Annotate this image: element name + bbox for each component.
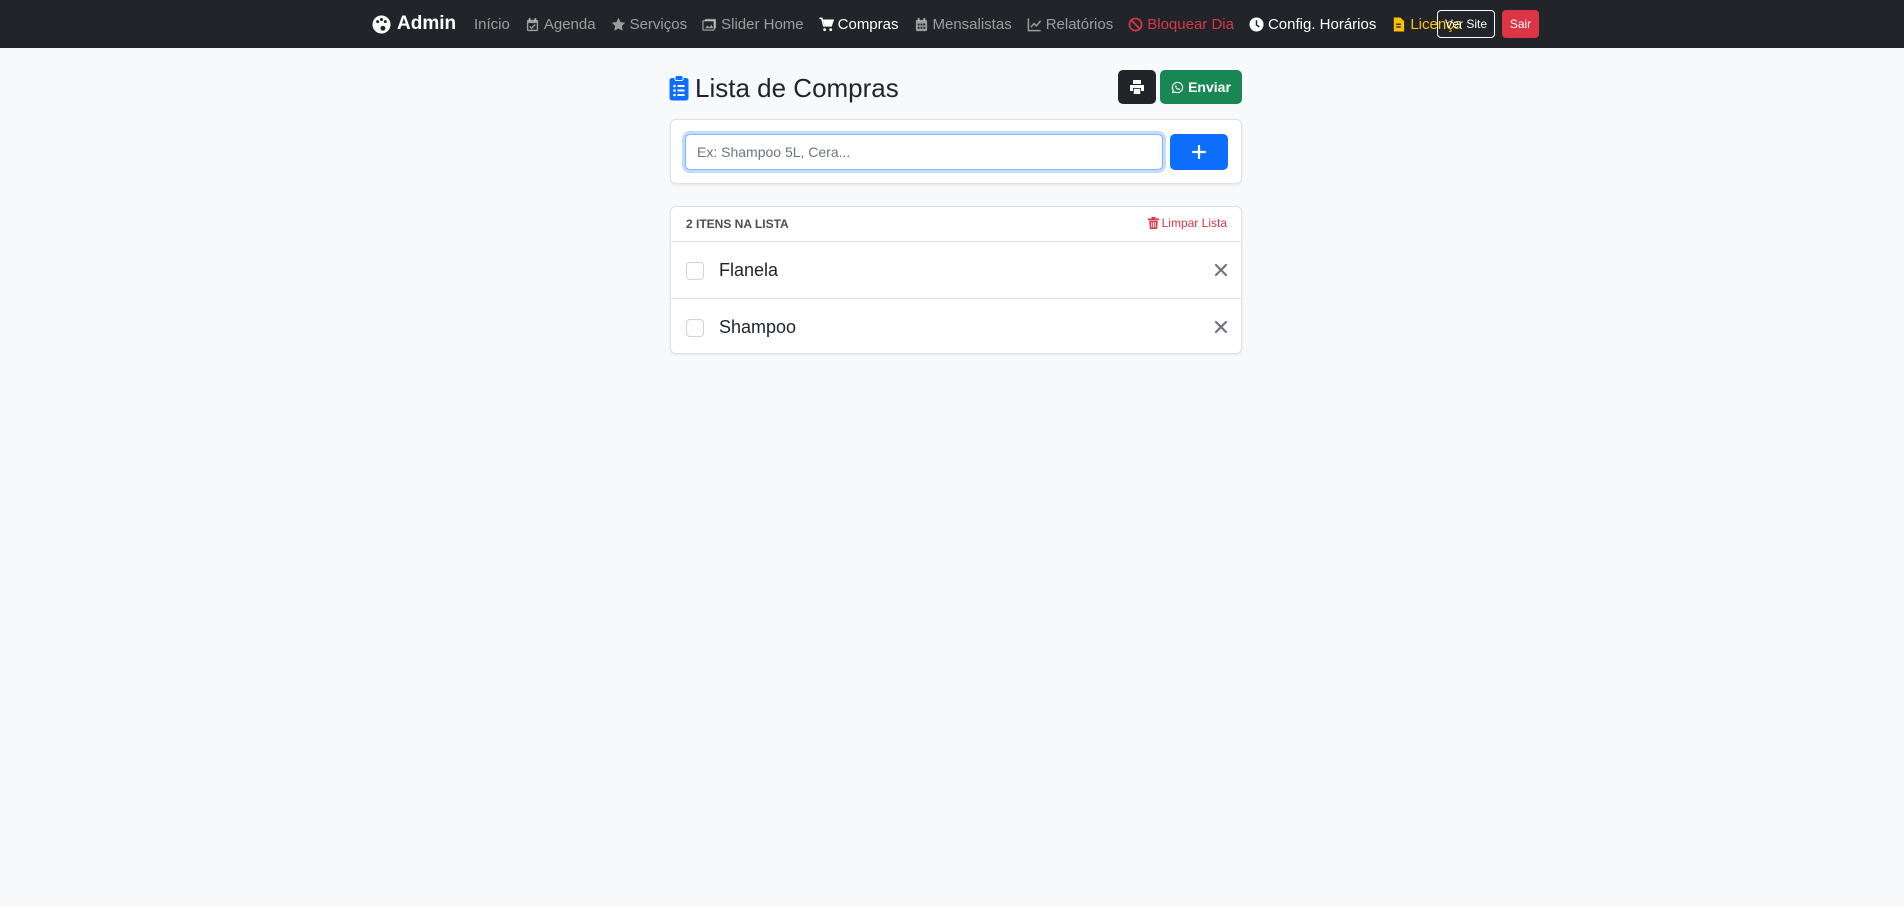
nav-item-compras[interactable]: Compras (819, 16, 899, 33)
nav-item-label: Início (474, 15, 510, 33)
nav-item-inicio[interactable]: Início (474, 16, 510, 33)
page-title-text: Lista de Compras (695, 72, 899, 103)
item-label: Flanela (719, 260, 779, 280)
list-item: Shampoo (671, 299, 1241, 353)
nav-item-label: Agenda (543, 15, 596, 33)
ban-icon (1128, 17, 1143, 31)
nav-menu: Início Agenda Serviços Slider Home Compr… (474, 12, 1462, 36)
close-icon (1214, 263, 1228, 277)
nav-item-label: Mensalistas (932, 15, 1012, 33)
chart-line-icon (1027, 17, 1041, 31)
close-icon (1214, 320, 1228, 334)
nav-item-label: Relatórios (1045, 15, 1114, 33)
clear-list-label: Limpar Lista (1161, 216, 1227, 230)
palette-icon (372, 14, 391, 34)
add-item-card (670, 119, 1242, 184)
nav-item-label: Serviços (629, 15, 688, 33)
logout-button[interactable]: Sair (1502, 10, 1539, 38)
star-icon (611, 17, 625, 31)
brand-link[interactable]: Admin (372, 12, 456, 36)
nav-item-slider-home[interactable]: Slider Home (702, 16, 804, 33)
send-button-label: Enviar (1188, 79, 1231, 95)
nav-item-label: Compras (837, 15, 899, 33)
new-item-input[interactable] (685, 134, 1163, 170)
item-label: Shampoo (719, 317, 797, 337)
calendar-icon (915, 17, 927, 31)
nav-item-agenda[interactable]: Agenda (525, 16, 596, 33)
nav-item-mensalistas[interactable]: Mensalistas (914, 16, 1012, 33)
printer-icon (1130, 80, 1144, 94)
item-checkbox[interactable] (686, 262, 704, 280)
item-count-label: 2 ITENS NA LISTA (686, 217, 789, 231)
cart-icon (819, 17, 834, 31)
calendar-check-icon (526, 17, 538, 31)
trash-icon (1147, 217, 1159, 229)
add-item-button[interactable] (1170, 134, 1228, 170)
file-icon (1394, 16, 1405, 32)
shopping-list-card: 2 ITENS NA LISTA Limpar Lista Flanela Sh… (670, 206, 1242, 354)
list-header: 2 ITENS NA LISTA Limpar Lista (671, 207, 1241, 242)
print-button[interactable] (1118, 70, 1156, 104)
plus-icon (1192, 145, 1206, 159)
nav-item-bloquear-dia[interactable]: Bloquear Dia (1128, 16, 1234, 33)
clear-list-button[interactable]: Limpar Lista (1147, 216, 1227, 230)
nav-item-label: Slider Home (721, 15, 804, 33)
remove-item-button[interactable] (1213, 319, 1229, 335)
remove-item-button[interactable] (1213, 262, 1229, 278)
top-navbar: Admin Início Agenda Serviços Slider Home… (0, 0, 1904, 48)
list-item: Flanela (671, 242, 1241, 299)
clipboard-list-icon (669, 75, 689, 101)
send-whatsapp-button[interactable]: Enviar (1160, 70, 1242, 104)
nav-item-label: Config. Horários (1267, 15, 1377, 33)
item-checkbox[interactable] (686, 319, 704, 337)
page-title: Lista de Compras (669, 72, 899, 104)
ver-site-button[interactable]: Ver Site (1437, 10, 1495, 38)
nav-item-label: Bloquear Dia (1147, 15, 1234, 33)
brand-label: Admin (397, 13, 457, 34)
nav-item-config-horarios[interactable]: Config. Horários (1249, 16, 1376, 33)
nav-item-servicos[interactable]: Serviços (611, 15, 688, 33)
nav-item-relatorios[interactable]: Relatórios (1027, 15, 1114, 33)
images-icon (702, 18, 717, 31)
whatsapp-icon (1171, 81, 1184, 93)
clock-icon (1249, 16, 1264, 32)
